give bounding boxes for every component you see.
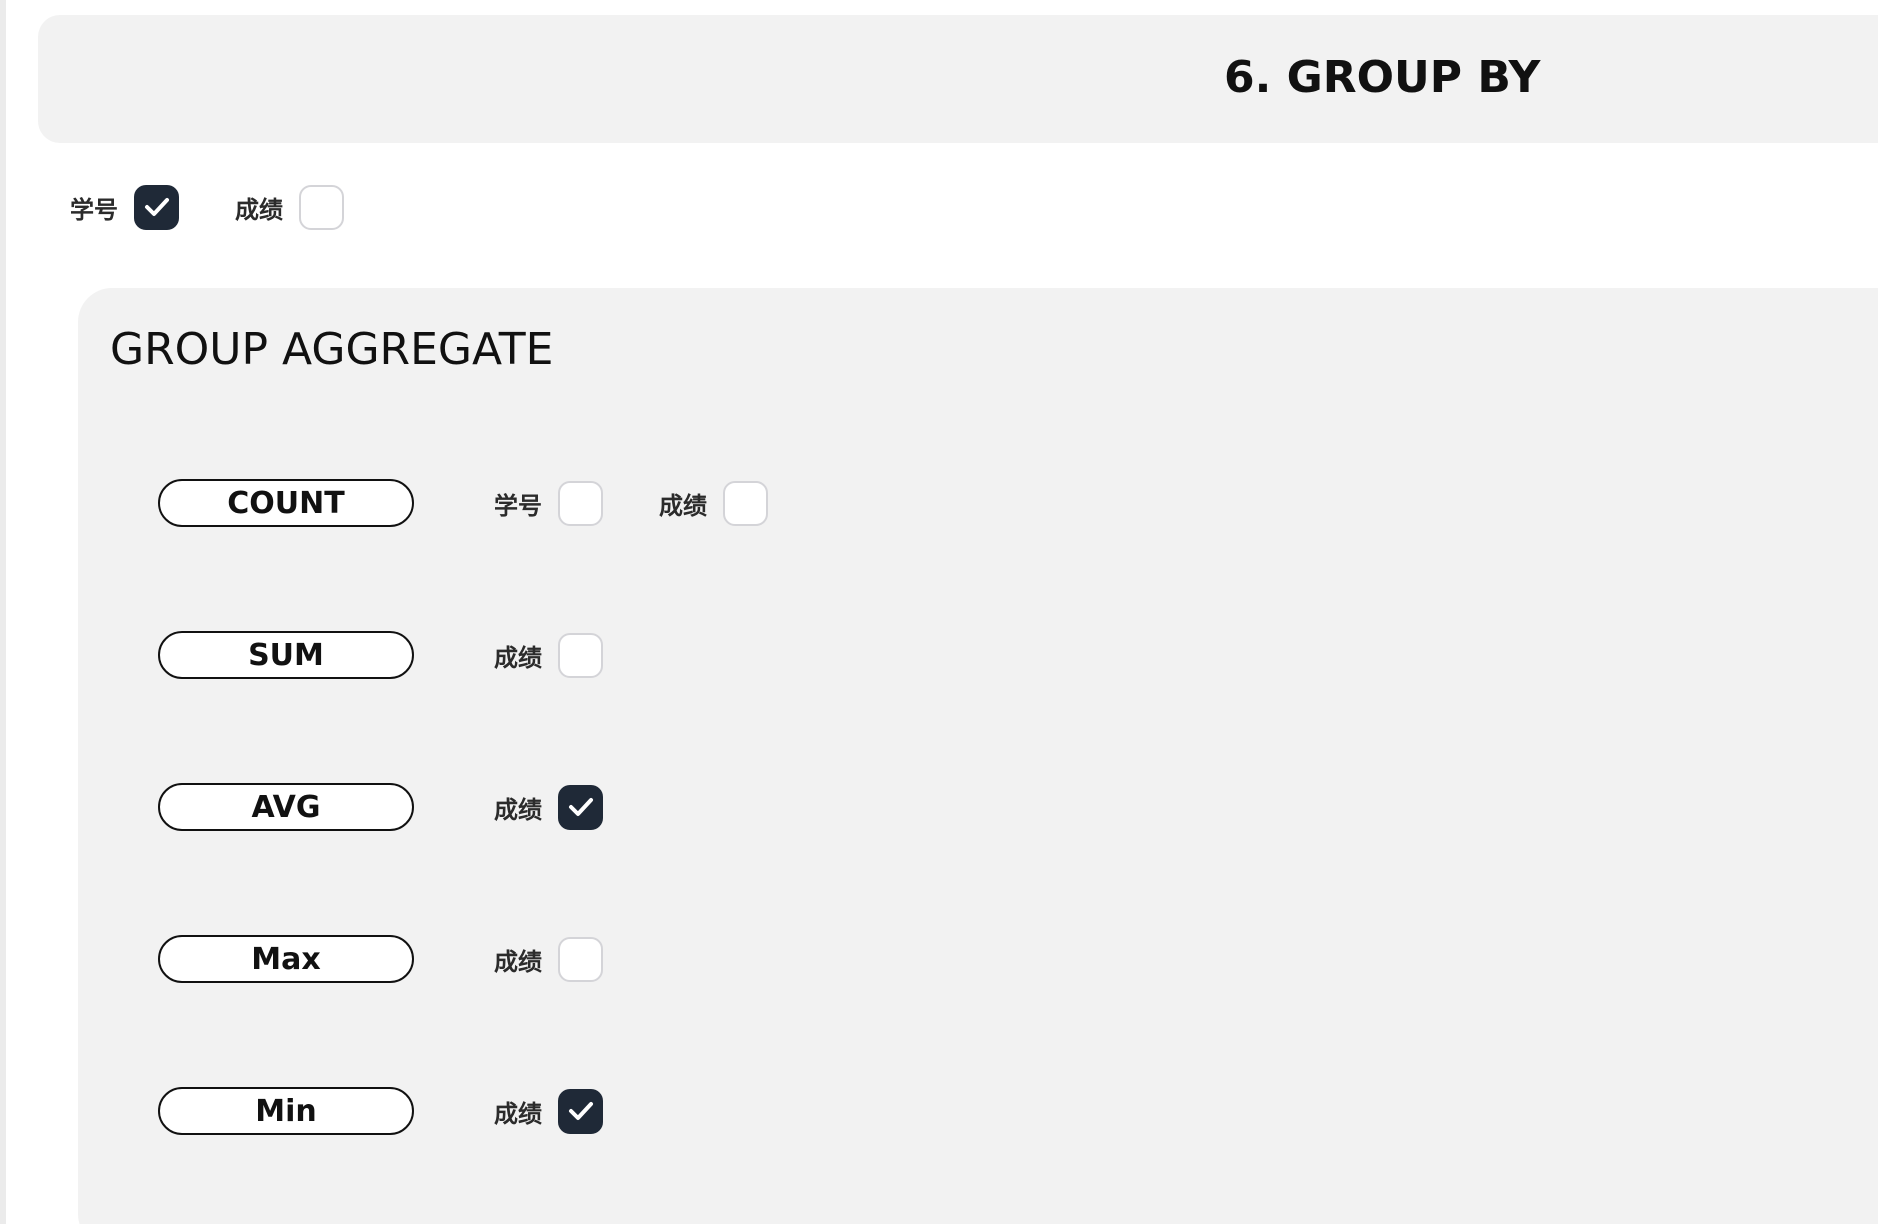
section-title: 6. GROUP BY bbox=[1224, 52, 1541, 103]
left-divider bbox=[0, 0, 6, 1224]
aggregate-sum-option-score[interactable]: 成绩 bbox=[494, 632, 603, 678]
aggregate-row-avg: AVG 成绩 bbox=[158, 782, 603, 832]
aggregate-count-option-score[interactable]: 成绩 bbox=[659, 480, 768, 526]
aggregate-row-min: Min 成绩 bbox=[158, 1086, 603, 1136]
aggregate-row-max: Max 成绩 bbox=[158, 934, 603, 984]
group-by-option-label: 成绩 bbox=[235, 195, 283, 224]
aggregate-option-label: 成绩 bbox=[494, 1099, 542, 1128]
aggregate-function-avg-button[interactable]: AVG bbox=[158, 783, 414, 831]
group-aggregate-title: GROUP AGGREGATE bbox=[110, 324, 554, 375]
aggregate-min-checkbox-score[interactable] bbox=[558, 1088, 603, 1134]
group-aggregate-panel bbox=[78, 288, 1878, 1224]
aggregate-avg-checkbox-score[interactable] bbox=[558, 784, 603, 830]
page: 6. GROUP BY 学号 成绩 GROUP AGGREGATE COUNT … bbox=[0, 0, 1878, 1224]
aggregate-option-label: 成绩 bbox=[659, 491, 707, 520]
aggregate-count-option-student-id[interactable]: 学号 bbox=[494, 480, 603, 526]
group-by-option-student-id[interactable]: 学号 bbox=[70, 184, 179, 230]
aggregate-option-label: 成绩 bbox=[494, 947, 542, 976]
group-by-checkbox-score[interactable] bbox=[299, 184, 344, 230]
aggregate-min-option-score[interactable]: 成绩 bbox=[494, 1088, 603, 1134]
aggregate-count-checkbox-score[interactable] bbox=[723, 480, 768, 526]
aggregate-option-label: 成绩 bbox=[494, 643, 542, 672]
group-by-checkbox-student-id[interactable] bbox=[134, 184, 179, 230]
aggregate-function-min-button[interactable]: Min bbox=[158, 1087, 414, 1135]
aggregate-function-sum-button[interactable]: SUM bbox=[158, 631, 414, 679]
group-by-option-score[interactable]: 成绩 bbox=[235, 184, 344, 230]
check-icon bbox=[568, 798, 593, 816]
aggregate-function-max-button[interactable]: Max bbox=[158, 935, 414, 983]
section-header bbox=[38, 15, 1878, 143]
check-icon bbox=[144, 198, 169, 216]
aggregate-max-checkbox-score[interactable] bbox=[558, 936, 603, 982]
group-by-options: 学号 成绩 bbox=[70, 182, 344, 232]
aggregate-option-label: 学号 bbox=[494, 491, 542, 520]
group-by-option-label: 学号 bbox=[70, 195, 118, 224]
aggregate-count-checkbox-student-id[interactable] bbox=[558, 480, 603, 526]
aggregate-option-label: 成绩 bbox=[494, 795, 542, 824]
aggregate-function-count-button[interactable]: COUNT bbox=[158, 479, 414, 527]
aggregate-row-sum: SUM 成绩 bbox=[158, 630, 603, 680]
aggregate-sum-checkbox-score[interactable] bbox=[558, 632, 603, 678]
check-icon bbox=[568, 1102, 593, 1120]
aggregate-max-option-score[interactable]: 成绩 bbox=[494, 936, 603, 982]
aggregate-row-count: COUNT 学号 成绩 bbox=[158, 478, 768, 528]
aggregate-avg-option-score[interactable]: 成绩 bbox=[494, 784, 603, 830]
